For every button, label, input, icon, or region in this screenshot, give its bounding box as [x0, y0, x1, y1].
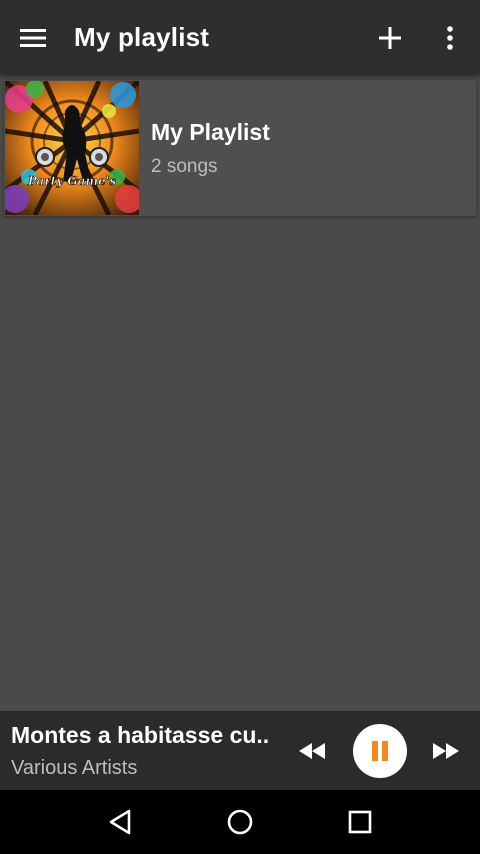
previous-button[interactable] — [285, 711, 339, 790]
more-options-button[interactable] — [420, 0, 480, 75]
add-playlist-button[interactable] — [360, 0, 420, 75]
pause-icon — [372, 740, 388, 761]
playlist-name: My Playlist — [151, 118, 270, 145]
pause-button[interactable] — [353, 723, 407, 778]
menu-button[interactable] — [0, 0, 66, 75]
rewind-icon — [299, 742, 325, 759]
playlist-cover-art: Party Game's — [5, 81, 139, 215]
back-button[interactable] — [90, 790, 150, 854]
now-playing-info[interactable]: Montes a habitasse cu.. Various Artists — [0, 722, 285, 780]
page-title: My playlist — [74, 22, 210, 52]
plus-icon — [379, 26, 401, 49]
mini-player[interactable]: Montes a habitasse cu.. Various Artists — [0, 711, 480, 790]
playlist-card[interactable]: Party Game's My Playlist 2 songs — [4, 80, 476, 216]
fast-forward-icon — [433, 742, 459, 759]
now-playing-artist: Various Artists — [11, 756, 138, 779]
home-button[interactable] — [210, 790, 270, 854]
now-playing-title: Montes a habitasse cu.. — [11, 721, 270, 748]
app-bar: My playlist — [0, 0, 480, 75]
cover-caption: Party Game's — [27, 174, 117, 188]
next-button[interactable] — [419, 711, 473, 790]
more-vert-icon — [447, 25, 453, 50]
recents-button[interactable] — [330, 790, 390, 854]
playlist-song-count: 2 songs — [151, 155, 218, 177]
playlist-list: Party Game's My Playlist 2 songs — [0, 75, 480, 711]
recents-square-icon — [348, 810, 372, 834]
home-circle-icon — [227, 809, 253, 835]
hamburger-menu-icon — [20, 28, 46, 47]
back-triangle-icon — [109, 809, 131, 835]
system-nav-bar — [0, 790, 480, 854]
